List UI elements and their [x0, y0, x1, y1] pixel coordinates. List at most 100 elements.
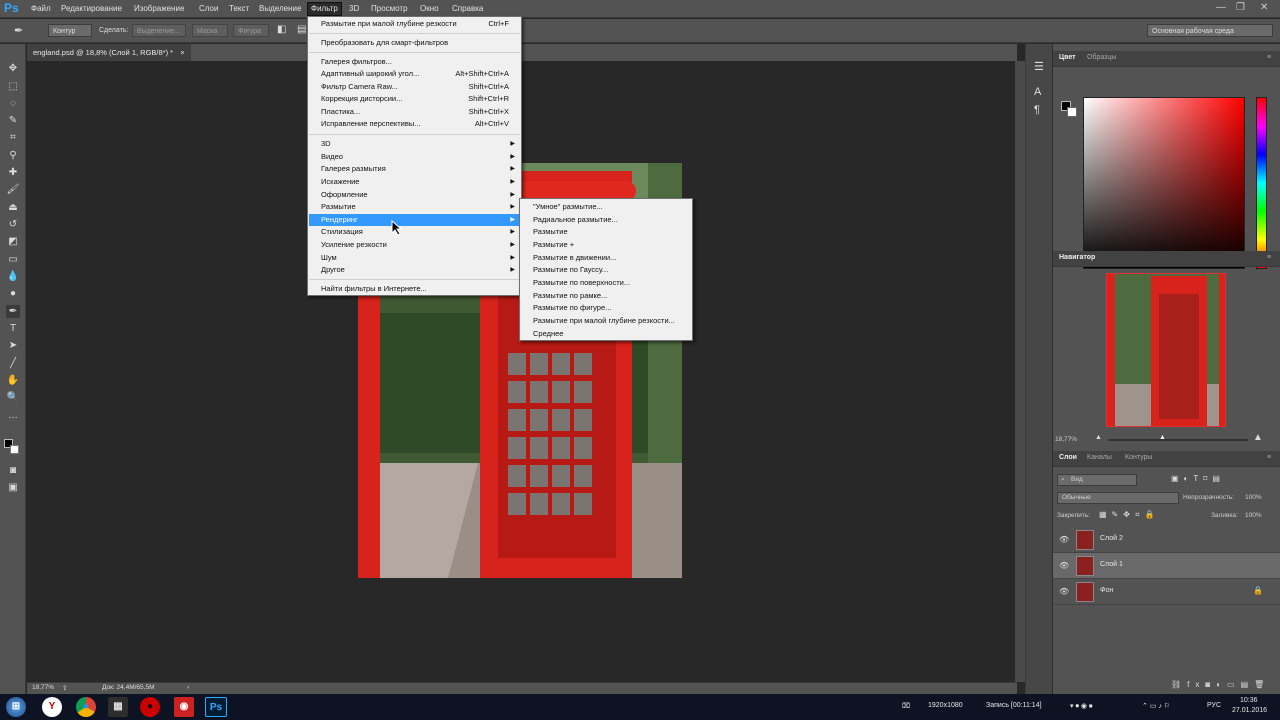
tab-swatches[interactable]: Образцы	[1087, 54, 1116, 61]
language-indicator[interactable]: РУС	[1207, 702, 1221, 709]
menu-item-other[interactable]: Другое ▶	[309, 264, 520, 276]
menu-item-sharpen[interactable]: Усиление резкости ▶	[309, 239, 520, 251]
tab-paths[interactable]: Контуры	[1125, 454, 1152, 461]
brush-tool-icon[interactable]: 🖌	[6, 183, 20, 196]
menu-item-vanishing-point[interactable]: Исправление перспективы... Alt+Ctrl+V	[309, 118, 520, 130]
submenu-item[interactable]: Размытие по поверхности...	[521, 277, 691, 289]
visibility-eye-icon[interactable]: 👁	[1059, 587, 1069, 596]
submenu-item[interactable]: Размытие по Гауссу...	[521, 264, 691, 276]
zoom-out-icon[interactable]: ▲	[1095, 434, 1102, 441]
paragraph-icon[interactable]: ¶	[1034, 104, 1040, 116]
eraser-tool-icon[interactable]: ◩	[6, 235, 20, 248]
panel-menu-icon[interactable]: ≡	[1267, 254, 1271, 261]
tab-layers[interactable]: Слои	[1059, 454, 1077, 461]
menu-item-3d[interactable]: 3D ▶	[309, 138, 520, 150]
zoom-level[interactable]: 18,77%	[32, 684, 54, 691]
recording-controls-icon[interactable]: ▾ ⏺ ◉ ⏹	[1070, 702, 1092, 711]
tab-close-icon[interactable]: ×	[180, 48, 184, 57]
menu-item-camera-raw[interactable]: Фильтр Camera Raw... Shift+Ctrl+A	[309, 81, 520, 93]
media-app-icon[interactable]: ▦	[108, 697, 128, 717]
menu-item-video[interactable]: Видео ▶	[309, 151, 520, 163]
layers-bottom-icons[interactable]: ⛓fx◙◐▭▤🗑	[1171, 680, 1270, 689]
menu-item-stylize[interactable]: Стилизация ▶	[309, 226, 520, 238]
visibility-eye-icon[interactable]: 👁	[1059, 561, 1069, 570]
menu-file[interactable]: Файл	[28, 3, 54, 15]
menu-item-blur[interactable]: Размытие ▶	[309, 201, 520, 213]
menu-type[interactable]: Текст	[226, 3, 252, 15]
layer-row-selected[interactable]: 👁 Слой 1	[1053, 553, 1280, 579]
gradient-tool-icon[interactable]: ▭	[6, 253, 20, 266]
submenu-item[interactable]: Размытие по фигуре...	[521, 302, 691, 314]
lasso-tool-icon[interactable]: ◌	[6, 97, 20, 110]
tool-mode-select[interactable]: Контур	[48, 24, 92, 37]
layer-filter-select[interactable]: ⌕ Вид	[1057, 474, 1137, 486]
move-tool-icon[interactable]: ✥	[6, 62, 20, 75]
menu-item-filter-gallery[interactable]: Галерея фильтров...	[309, 56, 520, 68]
screen-mode-icon[interactable]: ▣	[6, 481, 20, 494]
background-color-swatch[interactable]	[10, 445, 19, 454]
background-color[interactable]	[1067, 107, 1077, 117]
menu-item-adaptive-wide-angle[interactable]: Адаптивный широкий угол... Alt+Shift+Ctrl…	[309, 68, 520, 80]
fill-value[interactable]: 100%	[1245, 512, 1262, 519]
tab-channels[interactable]: Каналы	[1087, 454, 1112, 461]
submenu-item[interactable]: Размытие по рамке...	[521, 290, 691, 302]
menu-help[interactable]: Справка	[449, 3, 486, 15]
menu-item-blur-gallery[interactable]: Галерея размытия ▶	[309, 163, 520, 175]
menu-item-render[interactable]: Рендеринг ▶	[309, 214, 520, 226]
status-menu-arrow-icon[interactable]: ›	[187, 684, 189, 691]
eyedropper-tool-icon[interactable]: ⚲	[6, 149, 20, 162]
submenu-item[interactable]: Размытие в движении...	[521, 252, 691, 264]
lock-icons[interactable]: ▦✎✥⌗🔒	[1099, 510, 1159, 520]
menu-layers[interactable]: Слои	[196, 3, 221, 15]
navigator-zoom[interactable]: 18,77%	[1055, 436, 1077, 443]
menu-select[interactable]: Выделение	[256, 3, 304, 15]
submenu-item[interactable]: Размытие при малой глубине резкости...	[521, 315, 691, 327]
history-brush-tool-icon[interactable]: ↺	[6, 218, 20, 231]
shape-button[interactable]: Фигура	[233, 24, 269, 37]
menu-filter[interactable]: Фильтр	[307, 2, 342, 16]
submenu-item[interactable]: Радиальное размытие...	[521, 214, 691, 226]
blend-mode-select[interactable]: Обычные	[1057, 492, 1179, 504]
marquee-tool-icon[interactable]: ⬚	[6, 80, 20, 93]
menu-item-browse-filters[interactable]: Найти фильтры в Интернете...	[309, 283, 520, 295]
properties-icon[interactable]: ☰	[1034, 60, 1044, 73]
minimize-icon[interactable]: —	[1216, 2, 1226, 13]
layer-row[interactable]: 👁 Слой 2	[1053, 527, 1280, 553]
start-button-icon[interactable]: ⊞	[6, 697, 26, 717]
layer-row[interactable]: 👁 Фон 🔒	[1053, 579, 1280, 605]
menu-item-distort[interactable]: Искажение ▶	[309, 176, 520, 188]
type-tool-icon[interactable]: T	[6, 322, 20, 335]
opacity-value[interactable]: 100%	[1245, 494, 1262, 501]
zoom-tool-icon[interactable]: 🔍	[6, 391, 20, 404]
yandex-browser-icon[interactable]: Y	[42, 697, 62, 717]
selection-button[interactable]: Выделение...	[132, 24, 186, 37]
quick-select-tool-icon[interactable]: ✎	[6, 114, 20, 127]
crop-tool-icon[interactable]: ⌗	[6, 131, 20, 144]
system-tray-icons[interactable]: ⌃ ▭ ♪ ⚐	[1142, 702, 1170, 710]
screen-icon[interactable]: ⌧	[902, 702, 910, 710]
menu-edit[interactable]: Редактирование	[58, 3, 125, 15]
menu-window[interactable]: Окно	[417, 3, 442, 15]
clone-stamp-tool-icon[interactable]: ⏏	[6, 201, 20, 214]
more-tools-icon[interactable]: …	[6, 409, 20, 422]
menu-item-lens-correction[interactable]: Коррекция дисторсии... Shift+Ctrl+R	[309, 93, 520, 105]
healing-brush-tool-icon[interactable]: ✚	[6, 166, 20, 179]
path-selection-tool-icon[interactable]: ➤	[6, 339, 20, 352]
photoshop-taskbar-icon[interactable]: Ps	[205, 697, 227, 717]
workspace-select[interactable]: Основная рабочая среда	[1147, 24, 1273, 37]
panel-menu-icon[interactable]: ≡	[1267, 54, 1271, 61]
close-icon[interactable]: ✕	[1260, 2, 1268, 13]
restore-icon[interactable]: ❐	[1236, 2, 1245, 13]
layer-filter-icons[interactable]: ▣◐T⌑▤	[1171, 474, 1225, 483]
menu-item-pixelate[interactable]: Оформление ▶	[309, 189, 520, 201]
menu-item-noise[interactable]: Шум ▶	[309, 252, 520, 264]
hand-tool-icon[interactable]: ✋	[6, 374, 20, 387]
submenu-item[interactable]: Размытие	[521, 226, 691, 238]
pen-tool-icon[interactable]: ✒	[14, 24, 23, 37]
mask-button[interactable]: Маска	[192, 24, 228, 37]
export-icon[interactable]: ⇪	[62, 684, 67, 692]
path-alignment-icon[interactable]: ▤	[297, 24, 306, 35]
chrome-icon[interactable]: ●	[76, 697, 96, 717]
path-operations-icon[interactable]: ◧	[277, 24, 286, 35]
submenu-item[interactable]: Размытие +	[521, 239, 691, 251]
